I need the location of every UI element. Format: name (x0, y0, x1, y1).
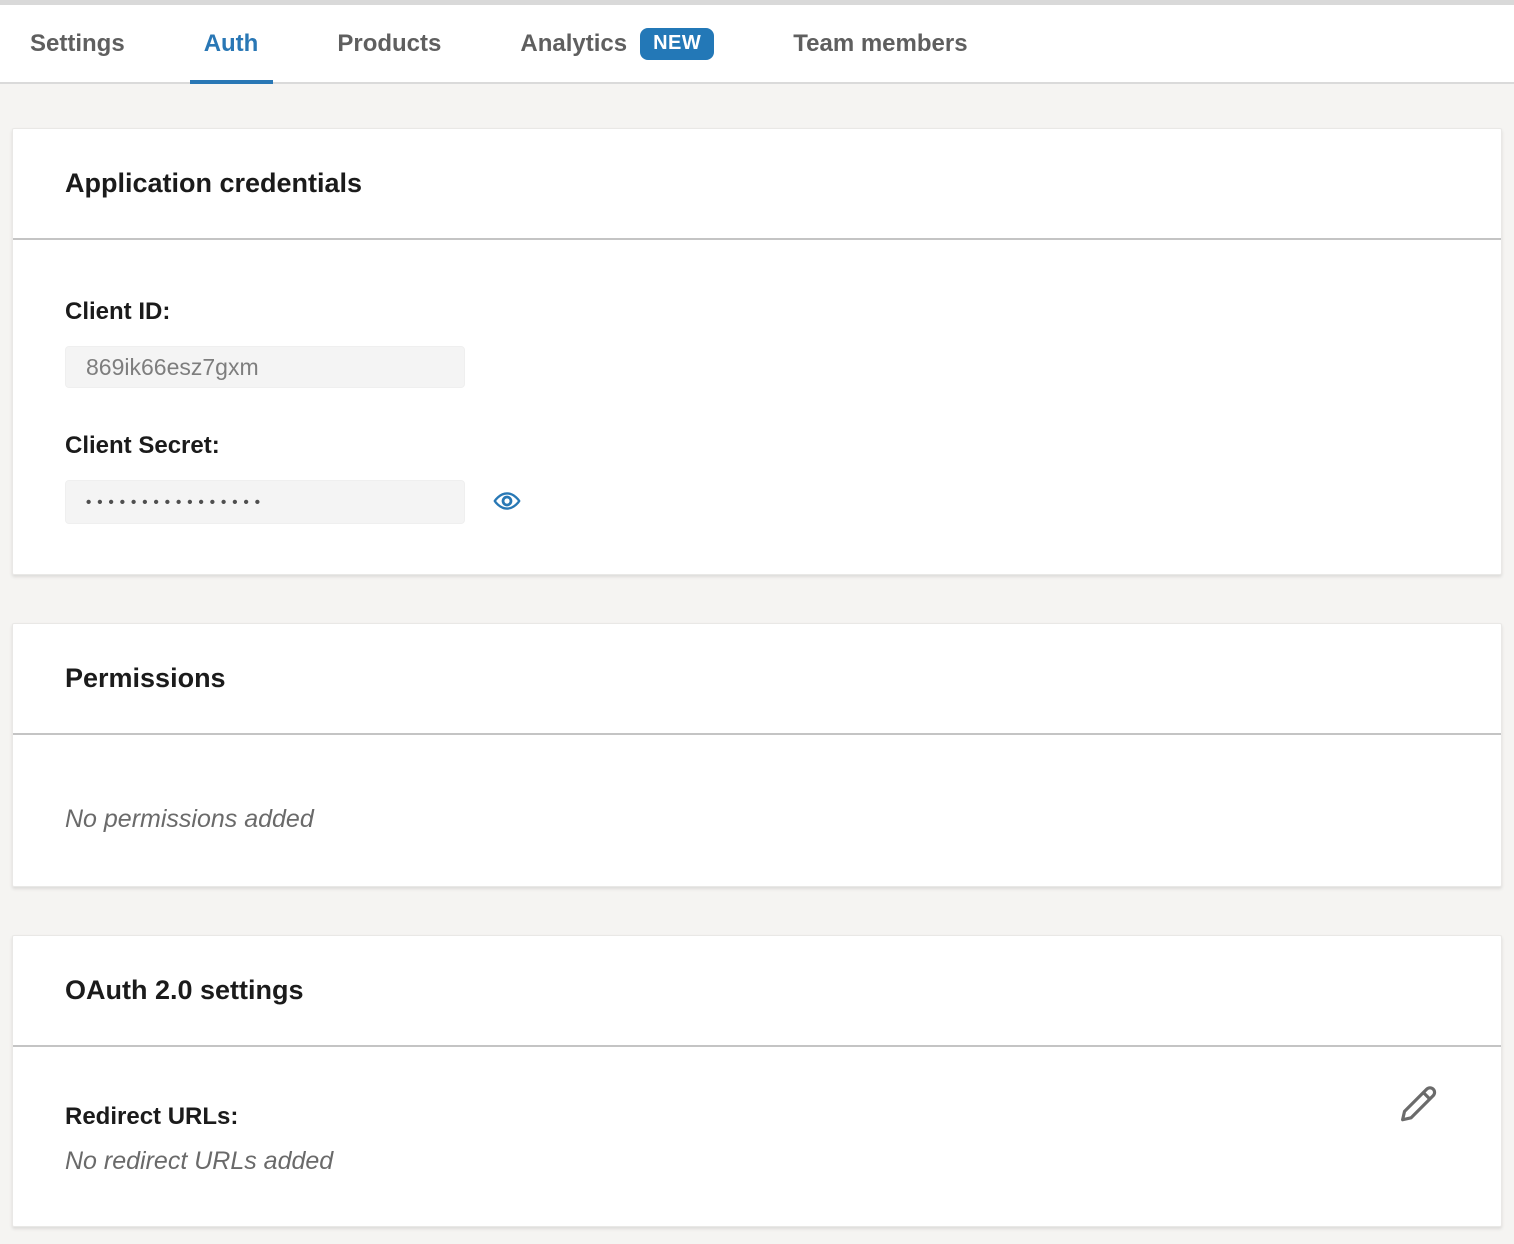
client-secret-masked-value: •••••••••••••••• (65, 480, 465, 524)
tab-analytics-label: Analytics (520, 30, 627, 58)
oauth-settings-body: Redirect URLs: No redirect URLs added (13, 1047, 1501, 1226)
tab-settings-label: Settings (30, 30, 125, 58)
client-id-value: 869ik66esz7gxm (65, 346, 465, 388)
edit-redirect-urls-button[interactable] (1397, 1083, 1439, 1128)
redirect-urls-label: Redirect URLs: (65, 1103, 333, 1131)
tab-team-members-label: Team members (793, 30, 967, 58)
permissions-title: Permissions (65, 663, 226, 694)
tab-products[interactable]: Products (337, 5, 441, 82)
tab-products-label: Products (337, 30, 441, 58)
application-credentials-card: Application credentials Client ID: 869ik… (12, 128, 1502, 575)
show-secret-button[interactable] (491, 487, 523, 518)
permissions-card: Permissions No permissions added (12, 623, 1502, 887)
permissions-header: Permissions (13, 624, 1501, 735)
client-id-label: Client ID: (65, 298, 1449, 326)
oauth-settings-card: OAuth 2.0 settings Redirect URLs: No red… (12, 935, 1502, 1227)
edit-pencil-icon (1397, 1083, 1439, 1128)
new-badge: NEW (640, 28, 714, 60)
tab-auth-label: Auth (204, 30, 259, 58)
client-secret-row: •••••••••••••••• (65, 460, 1449, 524)
tab-bar: Settings Auth Products Analytics NEW Tea… (0, 0, 1514, 84)
client-secret-label: Client Secret: (65, 432, 1449, 460)
tab-auth[interactable]: Auth (204, 5, 259, 82)
redirect-urls-empty-text: No redirect URLs added (65, 1147, 333, 1176)
oauth-settings-header: OAuth 2.0 settings (13, 936, 1501, 1047)
application-credentials-title: Application credentials (65, 168, 362, 199)
tab-analytics[interactable]: Analytics NEW (520, 5, 714, 82)
permissions-body: No permissions added (13, 735, 1501, 886)
tab-settings[interactable]: Settings (30, 5, 125, 82)
redirect-urls-block: Redirect URLs: No redirect URLs added (65, 1083, 333, 1176)
application-credentials-body: Client ID: 869ik66esz7gxm Client Secret:… (13, 240, 1501, 574)
show-secret-eye-icon (491, 487, 523, 518)
oauth-settings-title: OAuth 2.0 settings (65, 975, 304, 1006)
permissions-empty-text: No permissions added (65, 805, 1449, 834)
tab-team-members[interactable]: Team members (793, 5, 967, 82)
application-credentials-header: Application credentials (13, 129, 1501, 240)
